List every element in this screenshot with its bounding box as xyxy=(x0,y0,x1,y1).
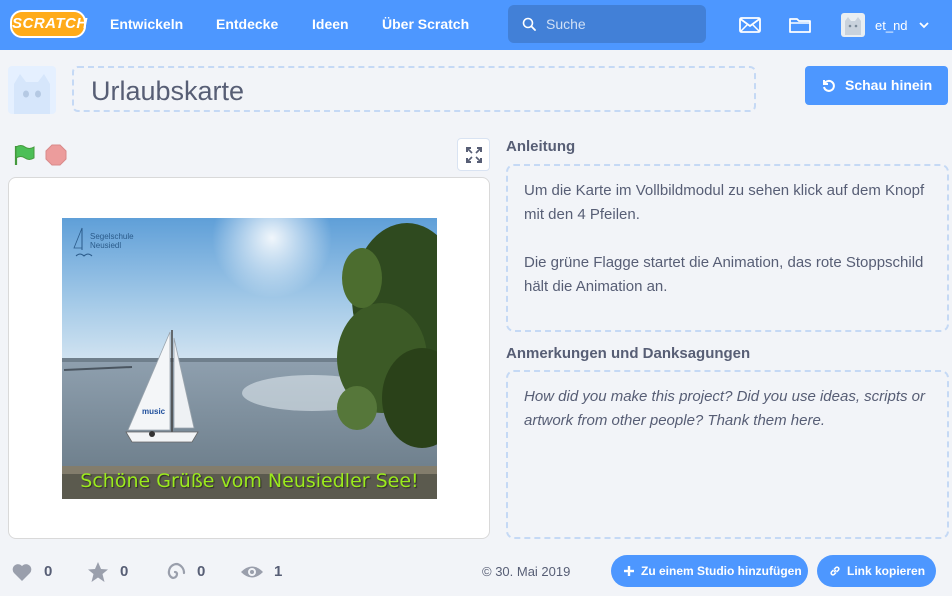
copy-link-button[interactable]: Link kopieren xyxy=(817,555,936,587)
messages-icon[interactable] xyxy=(738,13,762,37)
fullscreen-arrows-icon xyxy=(466,147,482,163)
plus-icon xyxy=(624,566,634,576)
scratch-logo[interactable]: SCRATCH xyxy=(10,10,88,38)
green-flag-icon[interactable] xyxy=(12,144,36,166)
see-inside-label: Schau hinein xyxy=(845,77,933,93)
add-to-studio-button[interactable]: Zu einem Studio hinzufügen xyxy=(611,555,808,587)
nav-link-ideas[interactable]: Ideen xyxy=(312,16,349,32)
copy-link-label: Link kopieren xyxy=(847,564,926,578)
remix-spiral-icon xyxy=(167,562,186,580)
project-title-field[interactable]: Urlaubskarte xyxy=(72,66,756,112)
nav-link-about[interactable]: Über Scratch xyxy=(382,16,469,32)
project-stage[interactable]: music Segelschule Neusiedl Schöne Grüße … xyxy=(8,177,490,539)
instructions-paragraph-2: Die grüne Flagge startet die Animation, … xyxy=(524,254,924,295)
search-box[interactable] xyxy=(508,5,706,43)
brand-line-1: Segelschule xyxy=(90,232,134,241)
my-stuff-folder-icon[interactable] xyxy=(788,13,812,37)
username[interactable]: et_nd xyxy=(875,18,908,33)
instructions-paragraph-1: Um die Karte im Vollbildmodul zu sehen k… xyxy=(524,182,925,223)
user-avatar[interactable] xyxy=(841,13,865,37)
view-count: 1 xyxy=(274,563,283,580)
lake-scene-image: music xyxy=(62,218,437,499)
top-nav: SCRATCH Entwickeln Entdecke Ideen Über S… xyxy=(0,0,952,50)
avatar-cat-icon xyxy=(845,17,861,35)
sailing-school-logo-text: Segelschule Neusiedl xyxy=(90,232,134,250)
search-input[interactable] xyxy=(546,14,696,34)
see-inside-button[interactable]: Schau hinein xyxy=(805,66,948,105)
logo-text: SCRATCH xyxy=(12,15,88,32)
cat-avatar-icon xyxy=(14,74,50,114)
see-inside-icon xyxy=(823,79,835,92)
nav-link-create[interactable]: Entwickeln xyxy=(110,16,183,32)
favorite-star-icon[interactable] xyxy=(87,561,109,583)
chevron-down-icon[interactable] xyxy=(919,21,929,29)
sail-logo: music xyxy=(142,407,166,416)
add-to-studio-label: Zu einem Studio hinzufügen xyxy=(641,564,802,578)
notes-box[interactable]: How did you make this project? Did you u… xyxy=(506,370,949,539)
notes-placeholder: How did you make this project? Did you u… xyxy=(524,388,926,429)
remix-count: 0 xyxy=(197,563,206,580)
stage-scene: music Segelschule Neusiedl Schöne Grüße … xyxy=(62,218,437,499)
instructions-box[interactable]: Um die Karte im Vollbildmodul zu sehen k… xyxy=(506,164,949,332)
love-heart-icon[interactable] xyxy=(11,561,33,583)
instructions-heading: Anleitung xyxy=(506,138,576,155)
love-count: 0 xyxy=(44,563,53,580)
link-icon xyxy=(830,566,840,576)
project-title: Urlaubskarte xyxy=(91,76,245,106)
fullscreen-button[interactable] xyxy=(457,138,490,171)
share-date: © 30. Mai 2019 xyxy=(482,564,571,579)
greeting-caption: Schöne Grüße vom Neusiedler See! xyxy=(80,470,419,492)
favorite-count: 0 xyxy=(120,563,129,580)
nav-link-explore[interactable]: Entdecke xyxy=(216,16,278,32)
views-eye-icon xyxy=(241,566,263,578)
brand-line-2: Neusiedl xyxy=(90,241,122,250)
stop-sign-icon[interactable] xyxy=(45,144,67,166)
notes-heading: Anmerkungen und Danksagungen xyxy=(506,345,751,362)
search-icon xyxy=(522,17,536,31)
project-author-avatar[interactable] xyxy=(8,66,56,114)
